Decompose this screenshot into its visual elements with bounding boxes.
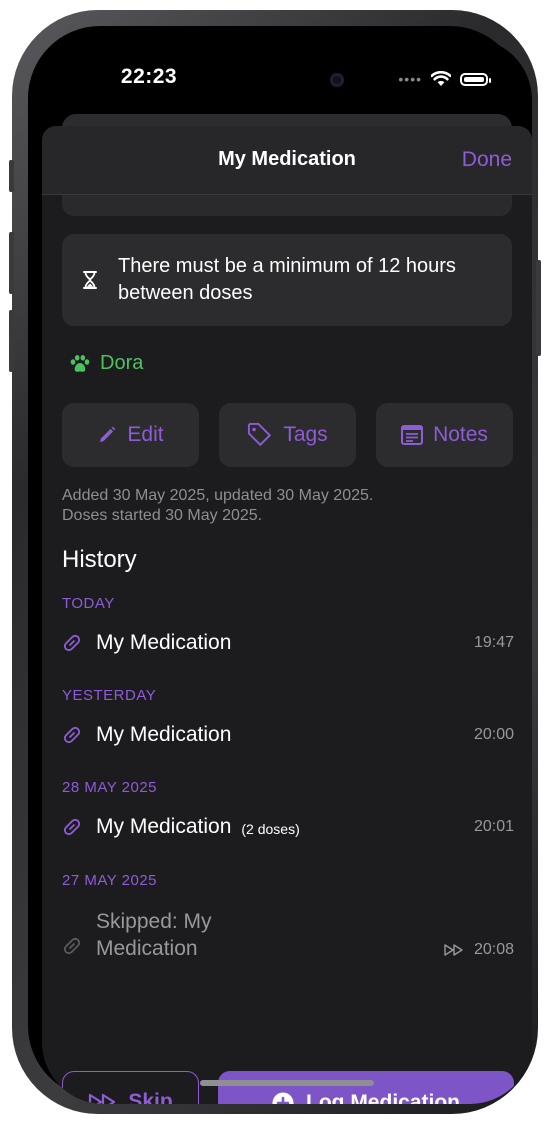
log-medication-label: Log Medication [306,1091,460,1104]
doses-started-text: Doses started 30 May 2025. [62,507,263,524]
action-row: Edit Tags Notes [62,403,514,467]
history-row[interactable]: My Medication 20:00 [62,715,514,755]
screen: 22:23 •••• My Medication Done There must… [42,38,532,1104]
paw-icon [70,354,90,372]
hourglass-icon [83,271,97,289]
volume-up-button [9,232,14,294]
pill-icon [63,634,81,652]
volume-down-button [9,310,14,372]
notes-icon [401,425,424,445]
status-time: 22:23 [120,65,178,88]
section-heading: 27 MAY 2025 [62,872,158,889]
section-heading: TODAY [62,595,115,612]
history-heading: History [62,546,137,573]
plus-circle-icon [272,1092,294,1104]
history-row[interactable]: My Medication 19:47 [62,623,514,663]
entry-name: My Medication [96,815,232,838]
skip-button[interactable]: Skip [62,1071,199,1104]
entry-name: My Medication [96,631,232,654]
home-indicator [200,1080,374,1086]
tags-button[interactable]: Tags [219,403,356,467]
entry-name: Skipped: My Medication [96,910,212,960]
phone-frame: 22:23 •••• My Medication Done There must… [9,10,541,1114]
entry-time: 19:47 [473,634,514,651]
section-heading: 28 MAY 2025 [62,779,158,796]
tag-icon [248,423,272,446]
navigation-bar: My Medication Done [42,126,532,195]
log-medication-button[interactable]: Log Medication [218,1071,514,1104]
wifi-icon [431,71,451,86]
dynamic-island [220,62,360,100]
added-updated-text: Added 30 May 2025, updated 30 May 2025. [62,487,374,504]
action-button [9,160,14,192]
history-row-skipped[interactable]: Skipped: My Medication 20:08 [62,908,514,968]
dose-interval-card: There must be a minimum of 12 hours betw… [62,234,512,326]
medication-sheet: My Medication Done There must be a minim… [42,126,532,1104]
pill-icon [63,818,81,836]
section-heading: YESTERDAY [62,687,157,704]
front-camera [330,73,344,87]
notes-label: Notes [433,423,488,446]
status-indicators: •••• [398,68,491,90]
timestamps: Added 30 May 2025, updated 30 May 2025. … [62,486,373,526]
skip-forward-icon [89,1093,116,1104]
entry-time: 20:08 [473,941,514,958]
entry-time: 20:01 [473,818,514,835]
dose-interval-text: There must be a minimum of 12 hours betw… [118,255,456,304]
edit-label: Edit [127,423,164,446]
page-title: My Medication [218,148,356,170]
edit-button[interactable]: Edit [62,403,199,467]
done-button[interactable]: Done [462,148,512,172]
pet-name: Dora [100,352,144,374]
pet-label[interactable]: Dora [70,352,143,375]
history-row[interactable]: My Medication (2 doses) 20:01 [62,807,514,847]
dose-count: (2 doses) [241,821,300,837]
power-button [536,260,541,356]
entry-time: 20:00 [473,726,514,743]
battery-icon [460,72,491,86]
entry-name: My Medication [96,723,232,746]
signal-icon: •••• [398,71,422,87]
pill-icon [63,937,81,955]
skip-forward-icon [444,944,463,956]
pill-icon [63,726,81,744]
skip-label: Skip [128,1090,173,1104]
pencil-icon [100,426,116,442]
tags-label: Tags [283,423,328,446]
notes-button[interactable]: Notes [376,403,513,467]
